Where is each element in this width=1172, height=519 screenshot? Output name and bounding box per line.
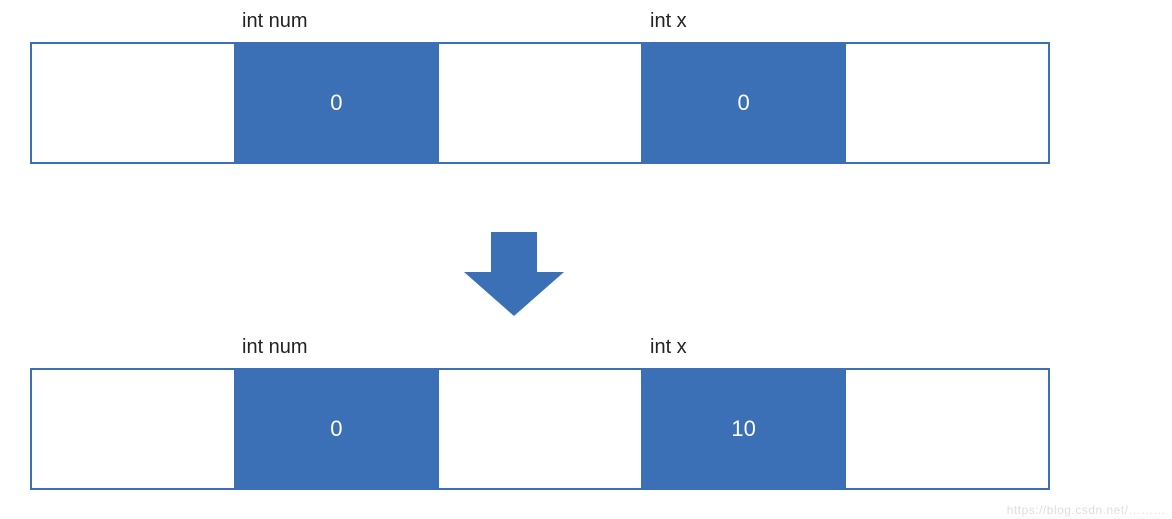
cell-bottom-x: 10 bbox=[643, 370, 847, 488]
state-before: int num int x 0 0 bbox=[30, 10, 1050, 164]
cell-bottom-4 bbox=[846, 370, 1048, 488]
top-labels: int num int x bbox=[30, 10, 1050, 42]
cell-bottom-num: 0 bbox=[236, 370, 440, 488]
memory-row-bottom: 0 10 bbox=[30, 368, 1050, 490]
cell-top-4 bbox=[846, 44, 1048, 162]
memory-row-top: 0 0 bbox=[30, 42, 1050, 164]
state-after: int num int x 0 10 bbox=[30, 336, 1050, 490]
cell-bottom-0 bbox=[32, 370, 236, 488]
cell-bottom-2 bbox=[439, 370, 643, 488]
cell-top-x: 0 bbox=[643, 44, 847, 162]
cell-top-0 bbox=[32, 44, 236, 162]
label-int-num-top: int num bbox=[242, 10, 308, 33]
bottom-labels: int num int x bbox=[30, 336, 1050, 368]
cell-top-num: 0 bbox=[236, 44, 440, 162]
label-int-num-bottom: int num bbox=[242, 336, 308, 359]
label-int-x-top: int x bbox=[650, 10, 687, 33]
label-int-x-bottom: int x bbox=[650, 336, 687, 359]
watermark-text: https://blog.csdn.net/……… bbox=[1007, 503, 1166, 517]
cell-top-2 bbox=[439, 44, 643, 162]
down-arrow-icon bbox=[464, 232, 564, 322]
